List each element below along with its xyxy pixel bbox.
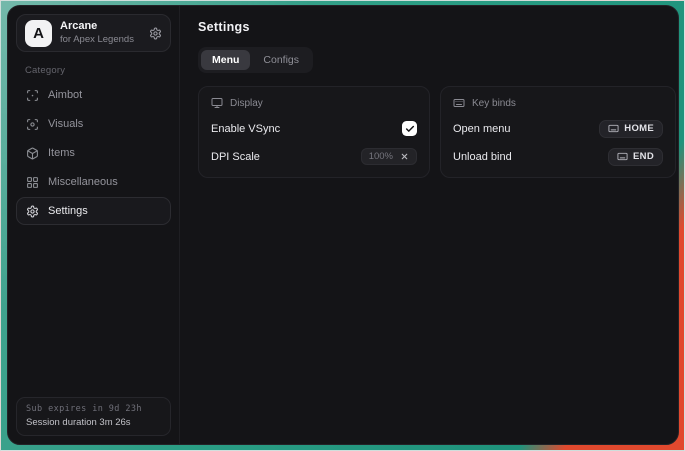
- display-card-title: Display: [230, 98, 263, 109]
- monitor-icon: [211, 97, 223, 109]
- sidebar-item-label: Visuals: [48, 118, 83, 130]
- app-logo-card: A Arcane for Apex Legends: [16, 14, 171, 52]
- page-title: Settings: [198, 20, 676, 34]
- sidebar: A Arcane for Apex Legends Category Aimbo…: [8, 6, 180, 444]
- sidebar-item-label: Items: [48, 147, 75, 159]
- keyboard-icon: [617, 151, 628, 162]
- display-card-header: Display: [211, 97, 417, 109]
- session-duration-text: Session duration 3m 26s: [26, 417, 161, 428]
- settings-tabs: Menu Configs: [198, 47, 313, 73]
- vsync-checkbox[interactable]: [402, 121, 417, 136]
- scan-eye-icon: [26, 118, 39, 131]
- dpi-scale-input[interactable]: 100%: [361, 148, 417, 165]
- keybinds-card-title: Key binds: [472, 98, 516, 109]
- sidebar-item-items[interactable]: Items: [16, 139, 171, 167]
- subscription-status-card: Sub expires in 9d 23h Session duration 3…: [16, 397, 171, 436]
- category-label: Category: [25, 65, 171, 76]
- sidebar-nav: Aimbot Visuals Items: [16, 81, 171, 225]
- unload-bind-label: Unload bind: [453, 151, 512, 163]
- unload-bind-button[interactable]: END: [608, 148, 663, 166]
- sidebar-item-settings[interactable]: Settings: [16, 197, 171, 225]
- keyboard-icon: [453, 97, 465, 109]
- app-identity: Arcane for Apex Legends: [60, 20, 134, 46]
- open-menu-bind-button[interactable]: HOME: [599, 120, 663, 138]
- sidebar-item-visuals[interactable]: Visuals: [16, 110, 171, 138]
- sub-expires-text: Sub expires in 9d 23h: [26, 404, 161, 414]
- app-logo: A: [25, 20, 52, 47]
- clear-icon[interactable]: [400, 152, 409, 161]
- sidebar-item-label: Aimbot: [48, 89, 82, 101]
- open-menu-bind-key: HOME: [624, 123, 654, 134]
- app-subtitle: for Apex Legends: [60, 34, 134, 46]
- gear-icon: [26, 205, 39, 218]
- display-card: Display Enable VSync DPI Scale 100%: [198, 86, 430, 178]
- keyboard-icon: [608, 123, 619, 134]
- app-window: A Arcane for Apex Legends Category Aimbo…: [7, 5, 679, 445]
- open-menu-label: Open menu: [453, 123, 510, 135]
- layout-grid-icon: [26, 176, 39, 189]
- vsync-label: Enable VSync: [211, 123, 280, 135]
- settings-cards: Display Enable VSync DPI Scale 100%: [198, 86, 676, 178]
- sidebar-item-label: Miscellaneous: [48, 176, 118, 188]
- package-icon: [26, 147, 39, 160]
- check-icon: [405, 124, 415, 134]
- vsync-row: Enable VSync: [211, 120, 417, 137]
- unload-bind-key: END: [633, 151, 654, 162]
- sidebar-item-aimbot[interactable]: Aimbot: [16, 81, 171, 109]
- tab-configs[interactable]: Configs: [252, 50, 310, 70]
- keybinds-card-header: Key binds: [453, 97, 663, 109]
- sidebar-item-miscellaneous[interactable]: Miscellaneous: [16, 168, 171, 196]
- sidebar-item-label: Settings: [48, 205, 88, 217]
- keybinds-card: Key binds Open menu HOME Unload bind: [440, 86, 676, 178]
- dpi-label: DPI Scale: [211, 151, 260, 163]
- dpi-row: DPI Scale 100%: [211, 148, 417, 165]
- open-menu-row: Open menu HOME: [453, 120, 663, 137]
- crosshair-scan-icon: [26, 89, 39, 102]
- app-title: Arcane: [60, 20, 134, 34]
- desktop-background: A Arcane for Apex Legends Category Aimbo…: [0, 0, 685, 451]
- tab-menu[interactable]: Menu: [201, 50, 250, 70]
- main-content: Settings Menu Configs Display Enable VSy…: [180, 6, 679, 444]
- gear-icon[interactable]: [149, 27, 162, 40]
- unload-bind-row: Unload bind END: [453, 148, 663, 165]
- dpi-value: 100%: [369, 151, 393, 162]
